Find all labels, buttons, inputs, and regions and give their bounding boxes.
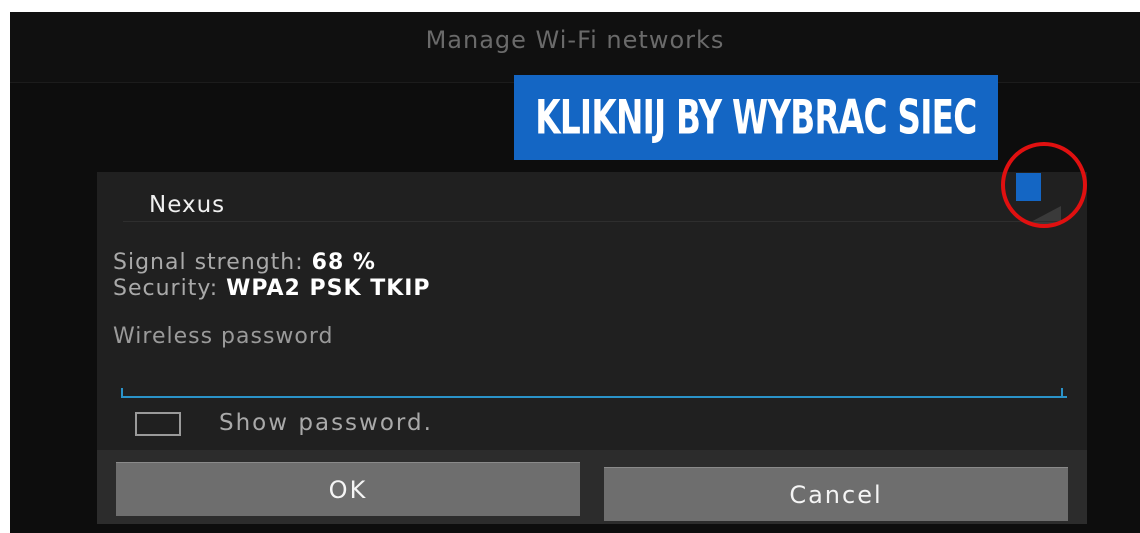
show-password-label[interactable]: Show password. <box>219 410 433 436</box>
security-label: Security: <box>113 276 219 301</box>
security-value: WPA2 PSK TKIP <box>226 276 431 301</box>
signal-strength-label: Signal strength: <box>113 250 304 275</box>
password-input[interactable] <box>121 372 1067 398</box>
highlight-circle <box>1001 142 1087 228</box>
security-row: Security: WPA2 PSK TKIP <box>113 276 431 301</box>
instruction-banner: KLIKNIJ BY WYBRAC SIEC <box>514 75 998 160</box>
cancel-button[interactable]: Cancel <box>604 467 1068 521</box>
password-label: Wireless password <box>113 324 334 349</box>
title-divider <box>123 221 1063 222</box>
instruction-banner-text: KLIKNIJ BY WYBRAC SIEC <box>535 90 977 145</box>
input-tick-right <box>1061 388 1063 396</box>
top-bar: Manage Wi-Fi networks <box>10 12 1140 83</box>
signal-strength-value: 68 % <box>311 250 376 275</box>
ok-button[interactable]: OK <box>116 462 580 516</box>
network-name: Nexus <box>149 192 226 218</box>
wifi-connect-dialog: Nexus Signal strength: 68 % Security: WPA2… <box>97 172 1087 524</box>
input-tick-left <box>121 388 123 396</box>
signal-strength-row: Signal strength: 68 % <box>113 250 376 275</box>
show-password-checkbox[interactable] <box>135 412 181 436</box>
page-title: Manage Wi-Fi networks <box>425 26 725 54</box>
